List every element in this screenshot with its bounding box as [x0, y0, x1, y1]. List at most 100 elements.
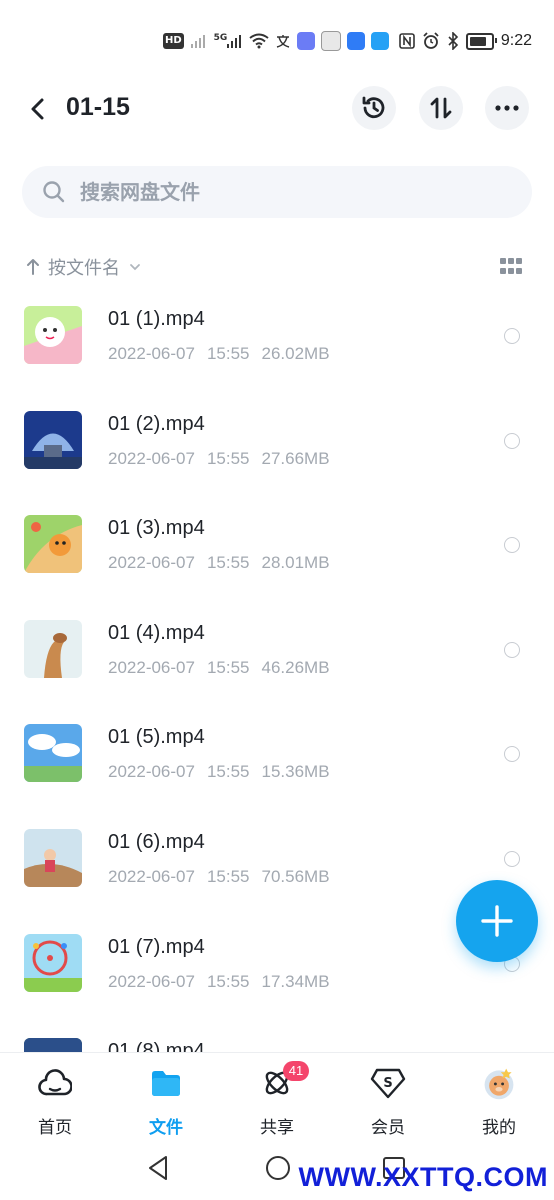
transfer-button[interactable] [419, 86, 463, 130]
video-thumbnail [24, 724, 82, 783]
video-thumbnail [24, 306, 82, 364]
file-size: 70.56MB [261, 866, 330, 886]
watermark: WWW.XXTTQ.COM [298, 1162, 548, 1192]
file-meta: 2022-06-07 15:55 70.56MB [108, 867, 330, 887]
bluetooth-icon [448, 32, 458, 50]
add-button[interactable] [456, 880, 538, 962]
battery-icon [465, 32, 497, 50]
file-meta: 2022-06-07 15:55 28.01MB [108, 553, 330, 573]
file-time: 15:55 [206, 762, 250, 782]
select-checkbox[interactable] [504, 432, 520, 449]
file-row[interactable]: 01 (3).mp4 2022-06-07 15:55 28.01MB [0, 505, 554, 610]
grid-icon-cell [508, 258, 514, 264]
file-row[interactable]: 01 (8).mp4 [0, 1028, 554, 1052]
back-arrow-icon [31, 98, 44, 120]
back-button[interactable] [22, 94, 52, 124]
signal-icon [190, 35, 205, 48]
nav-label: 共享 [260, 1118, 294, 1138]
more-button[interactable] [485, 86, 529, 130]
nav-label: 文件 [149, 1118, 183, 1138]
file-name: 01 (5).mp4 [108, 726, 205, 749]
file-size: 28.01MB [261, 553, 330, 573]
cloud-home-icon [37, 1065, 73, 1101]
translate-icon [277, 35, 290, 48]
nav-vip[interactable]: S 会员 [348, 1065, 428, 1145]
file-row[interactable]: 01 (5).mp4 2022-06-07 15:55 15.36MB [0, 714, 554, 819]
nav-share[interactable]: 41 共享 [237, 1061, 317, 1145]
file-row[interactable]: 01 (2).mp4 2022-06-07 15:55 27.66MB [0, 401, 554, 506]
file-name: 01 (1).mp4 [108, 308, 205, 330]
select-checkbox[interactable] [504, 328, 520, 344]
system-home-icon[interactable] [264, 1154, 292, 1182]
select-checkbox[interactable] [504, 850, 520, 867]
file-time: 15:55 [206, 657, 250, 677]
status-icons-right: 9:22 [399, 30, 532, 52]
grid-icon-cell [508, 268, 514, 274]
alarm-icon [423, 32, 439, 49]
nav-profile[interactable]: 我的 [459, 1065, 539, 1145]
select-checkbox[interactable] [504, 537, 520, 554]
hd-indicator: HD [163, 33, 184, 49]
file-meta: 2022-06-07 15:55 15.36MB [108, 762, 330, 782]
file-meta: 2022-06-07 15:55 46.26MB [108, 658, 330, 678]
video-thumbnail [24, 619, 82, 678]
history-icon [362, 96, 385, 119]
file-time: 15:55 [206, 866, 250, 886]
signal-5g-icon [227, 35, 242, 48]
file-row[interactable]: 01 (4).mp4 2022-06-07 15:55 46.26MB [0, 610, 554, 715]
chevron-down-icon [130, 264, 140, 271]
file-date: 2022-06-07 [108, 344, 195, 363]
svg-text:S: S [383, 1076, 392, 1091]
nav-files[interactable]: 文件 [126, 1065, 206, 1145]
file-row[interactable]: 01 (1).mp4 2022-06-07 15:55 26.02MB [0, 296, 554, 401]
grid-icon-cell [516, 258, 522, 264]
vip-diamond-icon: S [370, 1065, 406, 1101]
file-date: 2022-06-07 [108, 657, 195, 677]
sort-up-arrow-icon [27, 259, 39, 275]
plus-icon [481, 905, 513, 937]
file-name: 01 (8).mp4 [108, 1040, 205, 1052]
bottom-nav: 首页 文件 41 共享 S 会员 我的 [0, 1052, 554, 1145]
file-name: 01 (4).mp4 [108, 621, 205, 644]
file-meta: 2022-06-07 15:55 26.02MB [108, 344, 330, 364]
file-name: 01 (2).mp4 [108, 412, 205, 435]
video-thumbnail [24, 1038, 82, 1052]
transfer-arrows-icon [430, 97, 452, 119]
select-checkbox[interactable] [504, 746, 520, 763]
search-notification-icon [371, 32, 390, 50]
file-size: 46.26MB [261, 657, 330, 677]
grid-icon-cell [516, 268, 522, 274]
clock: 9:22 [500, 32, 532, 49]
file-size: 26.02MB [261, 344, 330, 363]
nav-home[interactable]: 首页 [15, 1065, 95, 1145]
file-date: 2022-06-07 [108, 762, 195, 782]
grid-view-button[interactable] [500, 258, 522, 276]
sort-selector[interactable]: 按文件名 [26, 252, 142, 282]
file-meta: 2022-06-07 15:55 17.34MB [108, 972, 330, 992]
file-name: 01 (6).mp4 [108, 830, 205, 853]
search-input[interactable] [80, 166, 500, 218]
file-date: 2022-06-07 [108, 448, 195, 468]
nav-label: 我的 [482, 1118, 516, 1138]
file-date: 2022-06-07 [108, 971, 195, 991]
file-size: 27.66MB [261, 448, 330, 468]
status-bar: HD 5G 9:22 [0, 0, 554, 80]
video-thumbnail [24, 933, 82, 992]
file-date: 2022-06-07 [108, 553, 195, 573]
sort-label: 按文件名 [48, 258, 120, 279]
folder-icon [148, 1065, 184, 1101]
file-date: 2022-06-07 [108, 866, 195, 886]
nav-label: 会员 [371, 1118, 405, 1138]
select-checkbox[interactable] [504, 641, 520, 658]
history-button[interactable] [352, 86, 396, 130]
file-name: 01 (3).mp4 [108, 517, 205, 540]
app-notification-icon [297, 32, 316, 50]
search-bar[interactable] [22, 166, 532, 218]
video-thumbnail [24, 828, 82, 887]
file-size: 17.34MB [261, 971, 330, 991]
file-meta: 2022-06-07 15:55 27.66MB [108, 449, 330, 469]
atom-share-icon: 41 [259, 1061, 309, 1101]
grid-icon-cell [500, 268, 506, 274]
system-back-icon[interactable] [146, 1154, 170, 1182]
file-time: 15:55 [206, 553, 250, 573]
